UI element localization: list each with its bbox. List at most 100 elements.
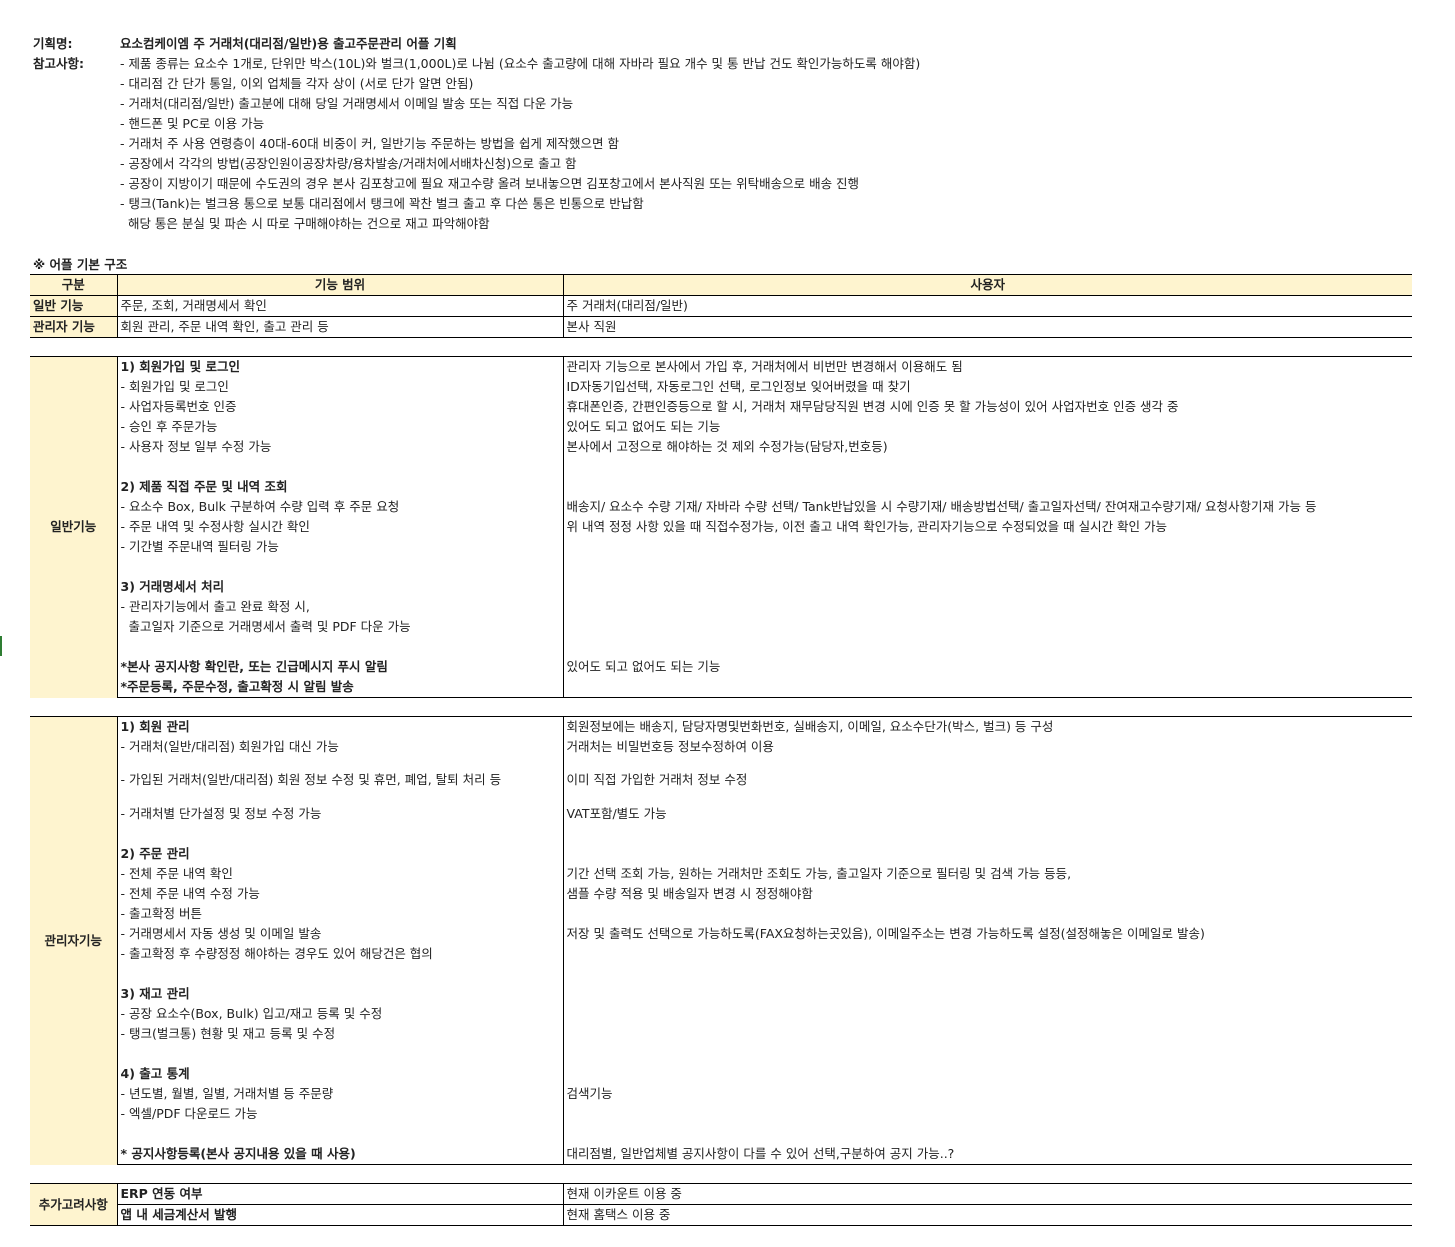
- feature-item: 1) 회원가입 및 로그인: [117, 356, 564, 377]
- feature-note: 위 내역 정정 사항 있을 때 직접수정가능, 이전 출고 내역 확인가능, 관…: [566, 519, 1168, 534]
- detail-row: - 년도별, 월별, 일별, 거래처별 등 주문량 검색기능: [30, 1084, 1412, 1104]
- feature-item: - 공장 요소수(Box, Bulk) 입고/재고 등록 및 수정: [117, 1004, 564, 1024]
- detail-row: - 요소수 Box, Bulk 구분하여 수량 입력 후 주문 요청 배송지/ 요…: [30, 497, 1412, 517]
- feature-item: 3) 재고 관리: [117, 984, 564, 1004]
- column-header-category: 구분: [30, 274, 118, 296]
- feature-item: - 거래처별 단가설정 및 정보 수정 가능: [117, 804, 564, 824]
- feature-note: [563, 637, 1412, 657]
- feature-note: 있어도 되고 없어도 되는 기능: [566, 659, 721, 674]
- detail-row: [30, 757, 1412, 770]
- note-text: - 제품 종류는 요소수 1개로, 단위만 박스(10L)와 벌크(1,000L…: [120, 56, 921, 71]
- admin-function-table: 관리자기능 1) 회원 관리 회원정보에는 배송지, 담당자명및번화번호, 실배송지…: [30, 716, 1412, 1165]
- section-title: ※ 어플 기본 구조: [33, 257, 128, 272]
- feature-note: [563, 457, 1412, 477]
- feature-note: [563, 904, 1412, 924]
- detail-row: 출고일자 기준으로 거래명세서 출력 및 PDF 다운 가능: [30, 617, 1412, 637]
- feature-note: 이미 직접 가입한 거래처 정보 수정: [566, 772, 748, 787]
- detail-row: - 거래처(일반/대리점) 회원가입 대신 가능 거래처는 비밀번호등 정보수정하…: [30, 737, 1412, 757]
- structure-scope: 회원 관리, 주문 내역 확인, 출고 관리 등: [117, 316, 564, 338]
- feature-note: [563, 757, 1412, 770]
- detail-row: - 거래명세서 자동 생성 및 이메일 발송 저장 및 출력도 선택으로 가능하도…: [30, 924, 1412, 944]
- feature-note: [563, 557, 1412, 577]
- feature-note: [563, 1044, 1412, 1064]
- feature-item: - 승인 후 주문가능: [117, 417, 564, 437]
- detail-row: - 공장 요소수(Box, Bulk) 입고/재고 등록 및 수정: [30, 1004, 1412, 1024]
- feature-note: [563, 597, 1412, 617]
- feature-note: [563, 984, 1412, 1004]
- note-line: - 공장이 지방이기 때문에 수도권의 경우 본사 김포창고에 필요 재고수량 …: [33, 174, 920, 194]
- feature-note: 샘플 수량 적용 및 배송일자 변경 시 정정해야함: [566, 886, 813, 901]
- structure-user: 본사 직원: [563, 316, 1412, 338]
- detail-row: 추가고려사항 ERP 연동 여부 현재 이카운트 이용 중: [30, 1183, 1412, 1226]
- detail-row: - 가입된 거래처(일반/대리점) 회원 정보 수정 및 휴먼, 폐업, 탈퇴 …: [30, 770, 1412, 790]
- feature-note: VAT포함/별도 가능: [566, 806, 667, 821]
- detail-row: [30, 457, 1412, 477]
- detail-row: [30, 1044, 1412, 1064]
- feature-note: 현재 홈택스 이용 중: [563, 1204, 1412, 1226]
- feature-note: 현재 이카운트 이용 중: [563, 1183, 1412, 1205]
- feature-note: [563, 1124, 1412, 1144]
- feature-item: ERP 연동 여부: [117, 1183, 564, 1205]
- feature-note: [563, 1104, 1412, 1124]
- feature-note: 배송지/ 요소수 수량 기재/ 자바라 수량 선택/ Tank반납있을 시 수량…: [566, 499, 1317, 514]
- detail-row: [30, 637, 1412, 657]
- feature-note: 기간 선택 조회 가능, 원하는 거래처만 조회도 가능, 출고일자 기준으로 …: [566, 866, 1072, 881]
- detail-row: 4) 출고 통계: [30, 1064, 1412, 1084]
- feature-note: 있어도 되고 없어도 되는 기능: [566, 419, 721, 434]
- feature-note: [563, 537, 1412, 557]
- feature-note: [563, 477, 1412, 497]
- feature-item: - 출고확정 후 수량정정 해야하는 경우도 있어 해당건은 협의: [117, 944, 564, 964]
- detail-row: - 출고확정 버튼: [30, 904, 1412, 924]
- detail-row: - 출고확정 후 수량정정 해야하는 경우도 있어 해당건은 협의: [30, 944, 1412, 964]
- note-text: - 공장이 지방이기 때문에 수도권의 경우 본사 김포창고에 필요 재고수량 …: [120, 176, 860, 191]
- note-line: - 핸드폰 및 PC로 이용 가능: [33, 114, 920, 134]
- cell-cursor-marker: [0, 636, 2, 656]
- feature-note: [563, 677, 1412, 698]
- detail-row: *본사 공지사항 확인란, 또는 긴급메시지 푸시 알림 있어도 되고 없어도 되…: [30, 657, 1412, 677]
- detail-row: - 사용자 정보 일부 수정 가능 본사에서 고정으로 해야하는 것 제외 수정가…: [30, 437, 1412, 457]
- detail-row: [30, 790, 1412, 804]
- detail-row: [30, 557, 1412, 577]
- feature-item: *본사 공지사항 확인란, 또는 긴급메시지 푸시 알림: [117, 657, 564, 677]
- feature-item: [117, 457, 564, 477]
- detail-row: 3) 재고 관리: [30, 984, 1412, 1004]
- extra-considerations-table: 추가고려사항 ERP 연동 여부 현재 이카운트 이용 중앱 내 세금계산서 발행 현…: [30, 1183, 1412, 1226]
- feature-note: [563, 1064, 1412, 1084]
- structure-category: 일반 기능: [30, 295, 118, 317]
- feature-item: - 전체 주문 내역 수정 가능: [117, 884, 564, 904]
- feature-item: [117, 790, 564, 804]
- detail-row: 일반기능 1) 회원가입 및 로그인 관리자 기능으로 본사에서 가입 후, 거래처…: [30, 356, 1412, 698]
- feature-item: 3) 거래명세서 처리: [117, 577, 564, 597]
- detail-row: *주문등록, 주문수정, 출고확정 시 알림 발송: [30, 677, 1412, 698]
- note-line: 해당 통은 분실 및 파손 시 따로 구매해야하는 건으로 재고 파악해야함: [33, 214, 920, 234]
- note-line: - 거래처(대리점/일반) 출고분에 대해 당일 거래명세서 이메일 발송 또는…: [33, 94, 920, 114]
- admin-category-cell: 관리자기능: [30, 716, 118, 1165]
- note-text: - 대리점 간 단가 통일, 이외 업체들 각자 상이 (서로 단가 알면 안됨…: [120, 76, 474, 91]
- feature-note: 본사에서 고정으로 해야하는 것 제외 수정가능(담당자,번호등): [566, 439, 888, 454]
- detail-row: 2) 주문 관리: [30, 844, 1412, 864]
- note-text: - 탱크(Tank)는 벌크용 통으로 보통 대리점에서 탱크에 꽉찬 벌크 출…: [120, 196, 644, 211]
- detail-row: - 관리자기능에서 출고 완료 확정 시,: [30, 597, 1412, 617]
- detail-row: - 회원가입 및 로그인 ID자동기입선택, 자동로그인 선택, 로그인정보 잊어…: [30, 377, 1412, 397]
- feature-note: [563, 964, 1412, 984]
- feature-item: - 엑셀/PDF 다운로드 가능: [117, 1104, 564, 1124]
- detail-row: - 엑셀/PDF 다운로드 가능: [30, 1104, 1412, 1124]
- plan-header: 기획명: 요소컴케이엠 주 거래처(대리점/일반)용 출고주문관리 어플 기획 참…: [33, 34, 920, 234]
- structure-scope: 주문, 조회, 거래명세서 확인: [117, 295, 564, 317]
- structure-table: 구분 기능 범위 사용자 일반 기능 주문, 조회, 거래명세서 확인 주 거래…: [30, 274, 1412, 338]
- feature-note: ID자동기입선택, 자동로그인 선택, 로그인정보 잊어버렸을 때 찾기: [566, 379, 911, 394]
- feature-item: - 주문 내역 및 수정사항 실시간 확인: [117, 517, 564, 537]
- note-text: - 거래처 주 사용 연령층이 40대-60대 비중이 커, 일반기능 주문하는…: [120, 136, 619, 151]
- feature-note: 회원정보에는 배송지, 담당자명및번화번호, 실배송지, 이메일, 요소수단가(…: [563, 716, 1412, 737]
- feature-note: [563, 617, 1412, 637]
- notes-label: 참고사항:: [33, 56, 84, 71]
- feature-item: - 가입된 거래처(일반/대리점) 회원 정보 수정 및 휴먼, 폐업, 탈퇴 …: [117, 770, 564, 790]
- detail-row: - 전체 주문 내역 수정 가능 샘플 수량 적용 및 배송일자 변경 시 정정해…: [30, 884, 1412, 904]
- detail-row: 3) 거래명세서 처리: [30, 577, 1412, 597]
- detail-row: - 탱크(벌크통) 현황 및 재고 등록 및 수정: [30, 1024, 1412, 1044]
- general-category-cell: 일반기능: [30, 356, 118, 698]
- feature-item: - 거래처(일반/대리점) 회원가입 대신 가능: [117, 737, 564, 757]
- feature-item: - 출고확정 버튼: [117, 904, 564, 924]
- feature-item: 2) 제품 직접 주문 및 내역 조회: [117, 477, 564, 497]
- feature-note: [563, 1024, 1412, 1044]
